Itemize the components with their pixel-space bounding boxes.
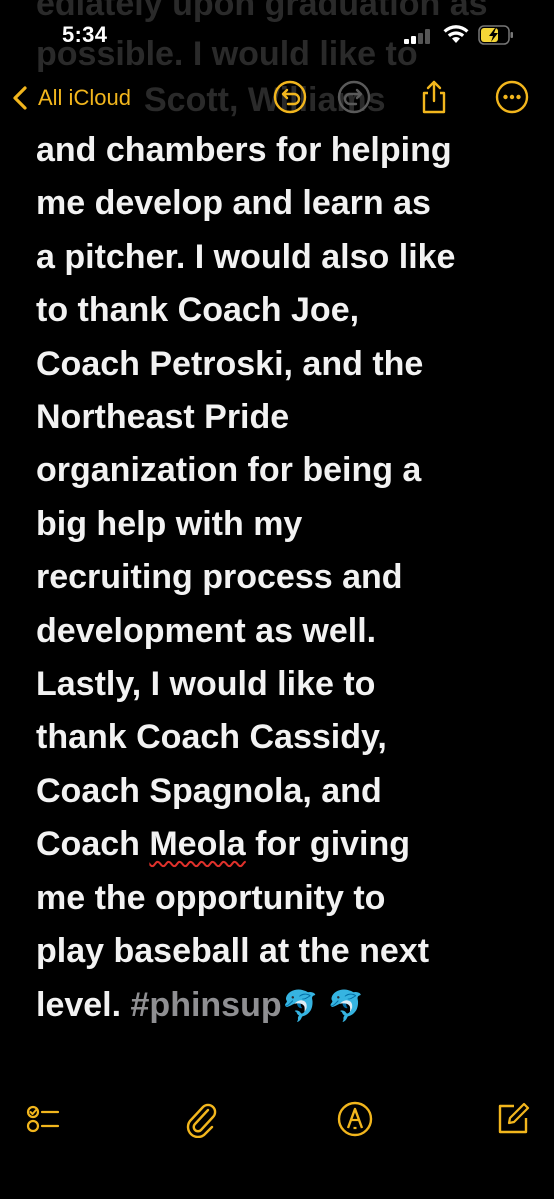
checklist-icon[interactable] (24, 1100, 62, 1138)
status-time: 5:34 (62, 22, 108, 47)
note-line: Coach Petroski, and the (36, 344, 424, 383)
bottom-toolbar (0, 1090, 554, 1150)
undo-icon[interactable] (272, 79, 308, 115)
share-icon[interactable] (416, 79, 452, 115)
back-button-label: All iCloud (38, 85, 131, 110)
note-line: me the opportunity to (36, 878, 386, 917)
note-line: big help with my (36, 504, 303, 543)
note-line: level. #phinsup🐬 🐬 (36, 979, 536, 1033)
note-line: to thank Coach Joe, (36, 291, 360, 330)
note-line: me develop and learn as (36, 184, 431, 223)
note-text: for giving (245, 825, 411, 864)
markup-pen-icon[interactable] (336, 1100, 374, 1138)
hashtag[interactable]: #phinsup (131, 986, 282, 1024)
redo-icon[interactable] (336, 79, 372, 115)
note-text: level. (36, 985, 131, 1024)
status-bar: 5:34 (0, 0, 554, 70)
note-line: Coach Spagnola, and (36, 771, 382, 810)
misspelled-word[interactable]: Meola (149, 825, 245, 863)
note-toolbar: All iCloud (0, 72, 554, 126)
note-line: development as well. (36, 611, 377, 650)
more-icon[interactable] (494, 79, 530, 115)
cellular-signal-icon (404, 28, 434, 44)
chevron-left-icon (13, 86, 27, 110)
note-line: Coach Meola for giving (36, 818, 536, 871)
compose-icon[interactable] (494, 1100, 532, 1138)
paperclip-icon[interactable] (182, 1100, 220, 1138)
note-line: play baseball at the next (36, 932, 430, 971)
battery-charging-icon (478, 25, 513, 45)
note-text: Coach (36, 825, 150, 864)
note-line: recruiting process and (36, 558, 403, 597)
note-line: a pitcher. I would also like (36, 237, 456, 276)
back-button[interactable]: All iCloud (10, 80, 131, 116)
wifi-icon (443, 25, 469, 43)
note-line: thank Coach Cassidy, (36, 718, 387, 757)
note-line: Northeast Pride (36, 398, 290, 437)
dolphin-emoji: 🐬 🐬 (281, 989, 365, 1023)
note-line: and chambers for helping (36, 131, 452, 169)
note-body[interactable]: and chambers for helping me develop and … (36, 124, 536, 1033)
note-line: organization for being a (36, 451, 422, 490)
note-line: Lastly, I would like to (36, 665, 376, 704)
